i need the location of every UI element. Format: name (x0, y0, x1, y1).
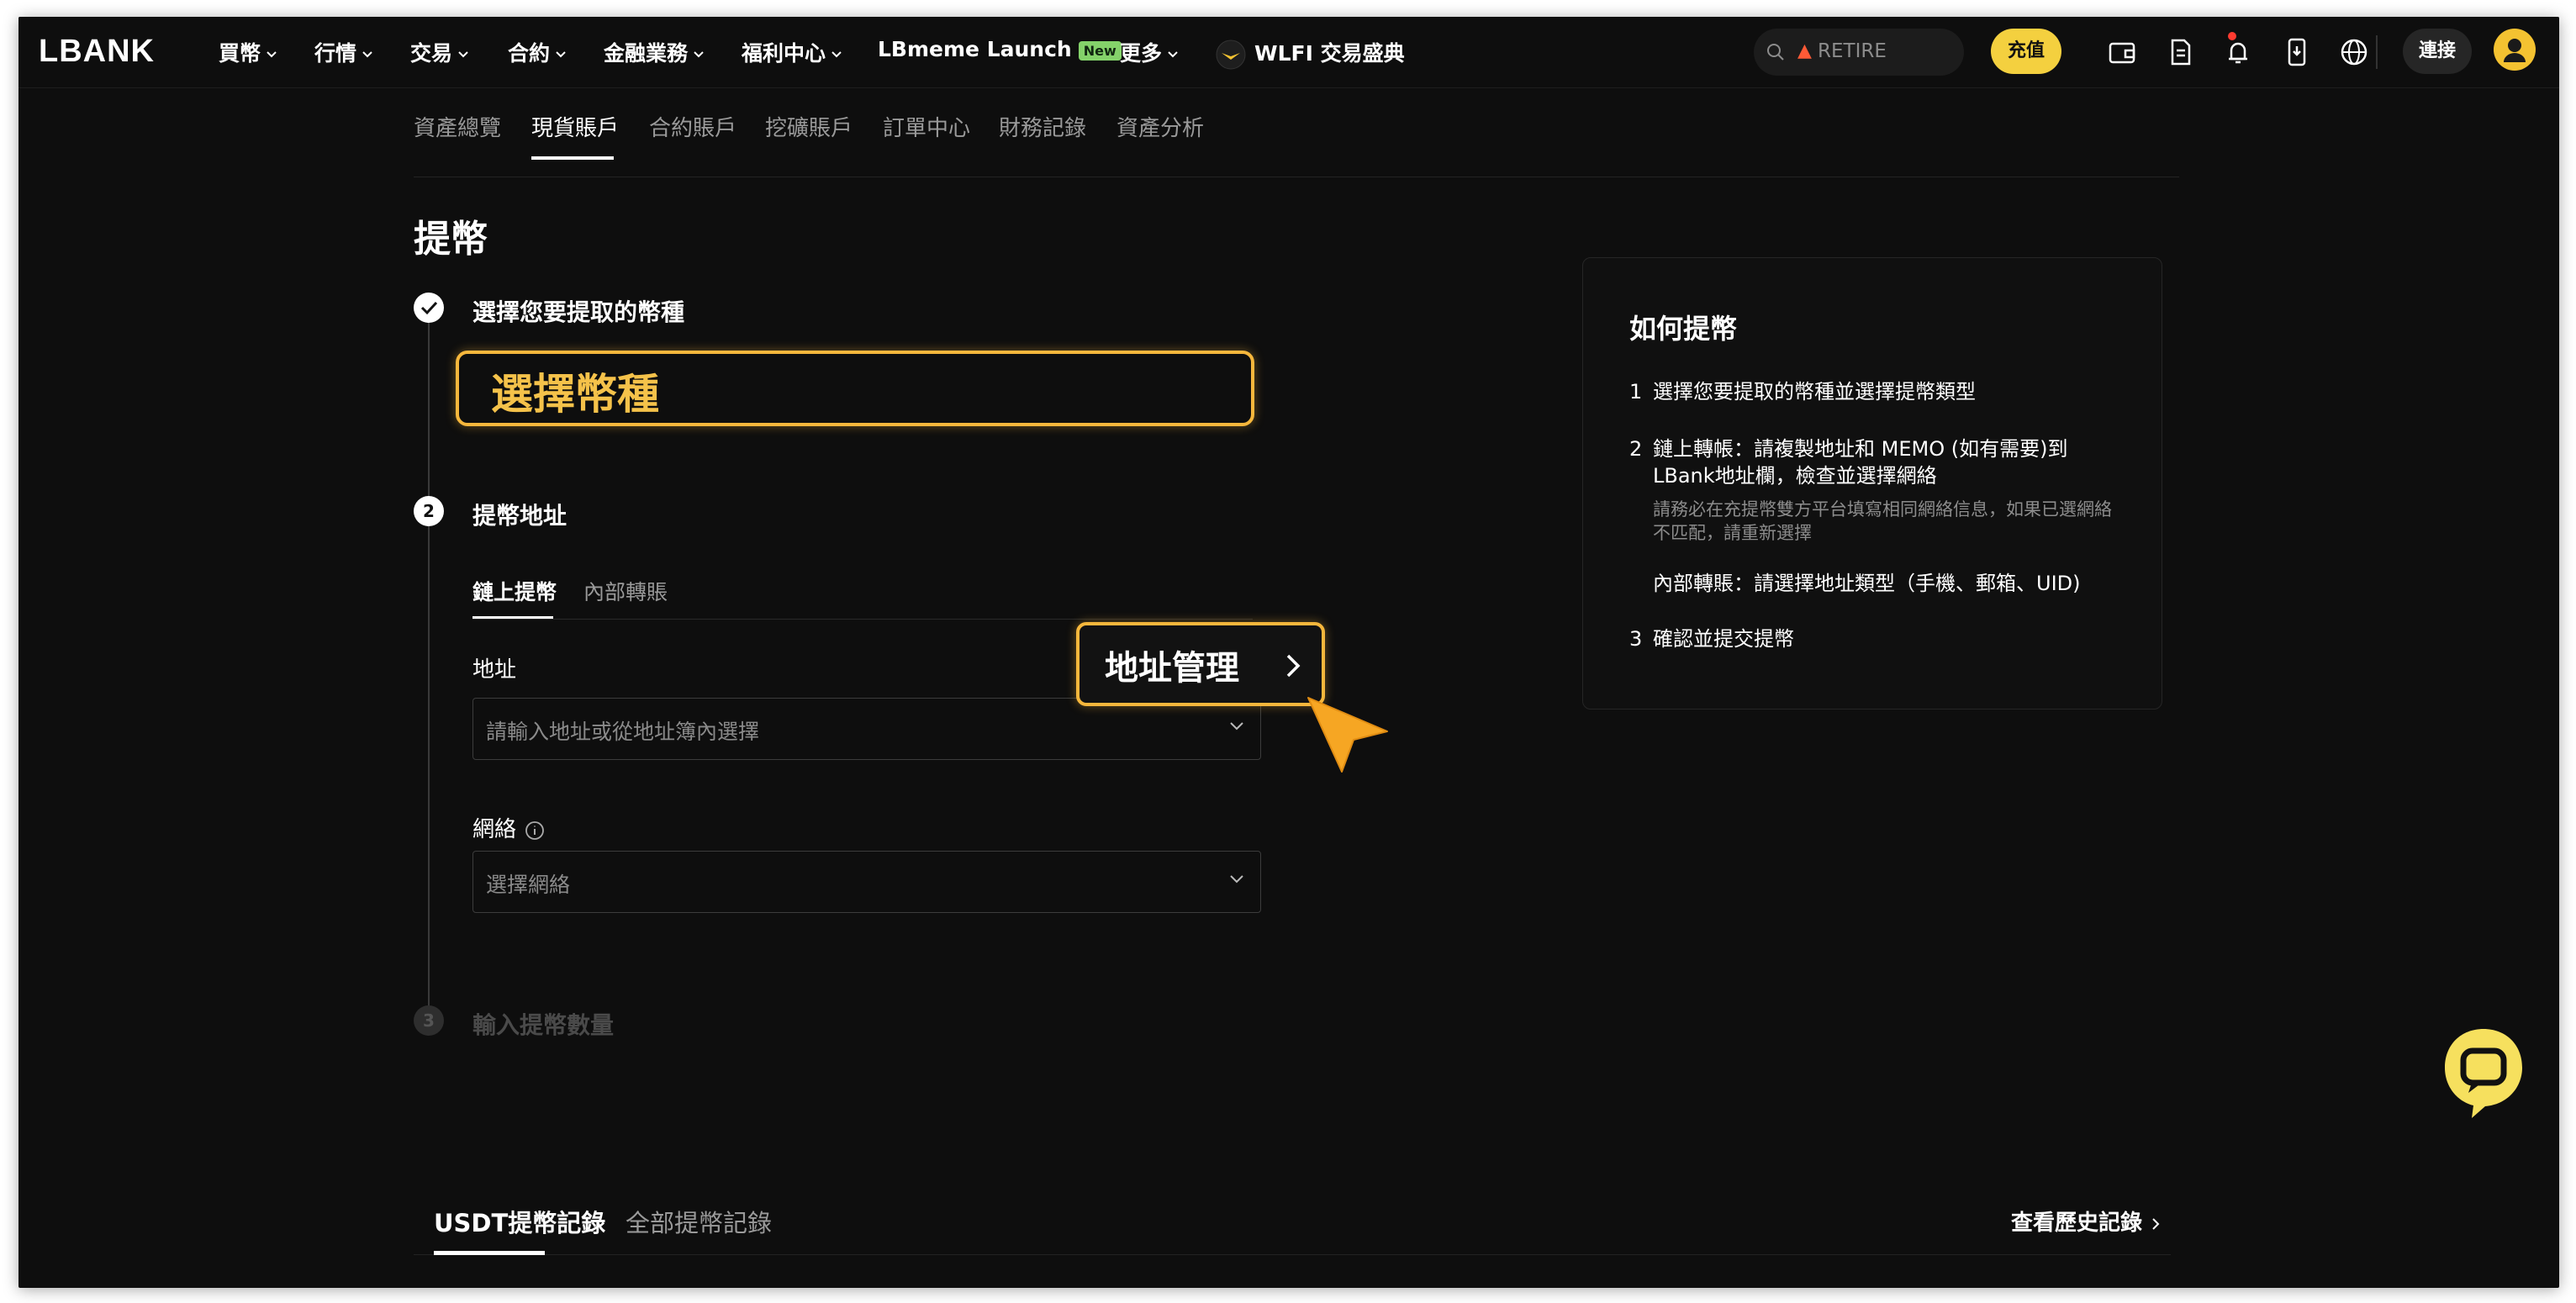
search-box[interactable]: ▲ RETIRE (1754, 29, 1964, 76)
active-tab-indicator (531, 156, 614, 160)
nav-buy-crypto[interactable]: 買幣 (219, 37, 277, 67)
fire-icon: ▲ (1797, 40, 1812, 61)
bell-icon[interactable] (2221, 35, 2255, 69)
nav-finance[interactable]: 金融業務 (604, 37, 705, 67)
step-1-done (414, 293, 444, 323)
search-hot-term: RETIRE (1818, 40, 1887, 62)
chevron-down-icon (556, 51, 566, 58)
tab-financial-records[interactable]: 財務記錄 (999, 111, 1086, 142)
tab-order-center[interactable]: 訂單中心 (883, 111, 970, 142)
guide-step-3: 確認並提交提幣 (1653, 627, 1794, 651)
address-manager-label: 地址管理 (1105, 649, 1239, 688)
guide-step-2-internal: 內部轉賬：請選擇地址類型（手機、郵箱、UID) (1653, 572, 2081, 595)
account-subtabs: 資產總覽 現貨賬戶 合約賬戶 挖礦賬戶 訂單中心 財務記錄 資產分析 (414, 111, 2179, 177)
chevron-down-icon (694, 51, 704, 58)
tab-spot-account[interactable]: 現貨賬戶 (531, 111, 619, 142)
active-tab-indicator (434, 1251, 545, 1255)
address-label: 地址 (472, 657, 517, 683)
guide-step-2: 鏈上轉帳：請複製地址和 MEMO (如有需要)到LBank地址欄，檢查並選擇網絡 (1653, 437, 2068, 488)
guide-step-number: 2 (1629, 437, 1643, 461)
address-placeholder: 請輸入地址或從地址簿內選擇 (486, 720, 760, 744)
address-input[interactable]: 請輸入地址或從地址簿內選擇 (472, 698, 1261, 760)
nav-more[interactable]: 更多 (1120, 37, 1179, 67)
step-2-label: 提幣地址 (472, 502, 567, 530)
chevron-down-icon (831, 51, 842, 58)
info-icon[interactable] (525, 820, 545, 841)
tab-internal-transfer[interactable]: 內部轉賬 (583, 576, 668, 606)
guide-title: 如何提幣 (1629, 313, 1738, 345)
nav-rewards[interactable]: 福利中心 (742, 37, 842, 67)
network-select[interactable]: 選擇網絡 (472, 851, 1261, 913)
guide-step-number: 1 (1629, 380, 1643, 404)
mobile-download-icon[interactable] (2280, 35, 2314, 69)
tab-onchain-withdraw[interactable]: 鏈上提幣 (472, 576, 557, 606)
pointer-cursor-icon (1307, 697, 1388, 773)
document-icon[interactable] (2164, 35, 2198, 69)
step-3-number: 3 (414, 1005, 444, 1036)
wlfi-eagle-icon (1216, 40, 1246, 70)
divider (414, 1254, 2171, 1255)
page-title: 提幣 (414, 218, 488, 261)
chevron-down-icon (1230, 722, 1243, 731)
tab-usdt-withdraw-history[interactable]: USDT提幣記錄 (434, 1204, 605, 1239)
wallet-icon[interactable] (2105, 35, 2139, 69)
nav-wlfi-promo[interactable]: WLFI 交易盛典 (1216, 37, 1405, 70)
chevron-right-icon (1286, 654, 1301, 678)
guide-step-2-note: 請務必在充提幣雙方平台填寫相同網絡信息，如果已選網絡不匹配，請重新選擇 (1653, 499, 2112, 543)
tab-asset-overview[interactable]: 資產總覽 (414, 111, 501, 142)
search-icon (1767, 44, 1784, 61)
globe-icon[interactable] (2337, 35, 2371, 69)
step-connector-line (428, 308, 430, 1021)
chevron-right-icon (2152, 1217, 2160, 1230)
view-history-link[interactable]: 查看歷史記錄 (2011, 1205, 2161, 1237)
nav-trade[interactable]: 交易 (410, 37, 469, 67)
step-1-label: 選擇您要提取的幣種 (472, 298, 685, 326)
app-window: LBANK 買幣 行情 交易 合約 金融業務 福利中心 LBmeme Launc… (18, 17, 2559, 1288)
chevron-down-icon (362, 51, 372, 58)
chevron-down-icon (267, 51, 277, 58)
deposit-button[interactable]: 充值 (1991, 29, 2061, 74)
top-nav: LBANK 買幣 行情 交易 合約 金融業務 福利中心 LBmeme Launc… (18, 17, 2559, 88)
step-2-number: 2 (414, 496, 444, 526)
tab-asset-analysis[interactable]: 資產分析 (1116, 111, 1204, 142)
chevron-down-icon (1168, 51, 1178, 58)
tab-futures-account[interactable]: 合約賬戶 (649, 111, 736, 142)
notification-dot (2228, 32, 2236, 40)
connect-button[interactable]: 連接 (2403, 29, 2472, 74)
network-label: 網絡 (472, 817, 517, 842)
network-placeholder: 選擇網絡 (486, 873, 571, 897)
lbank-logo[interactable]: LBANK (39, 34, 155, 70)
divider (472, 619, 1253, 620)
user-avatar-icon (2494, 29, 2535, 70)
avatar[interactable] (2494, 29, 2536, 71)
new-badge: New (1078, 40, 1122, 61)
chevron-down-icon (1230, 875, 1243, 884)
nav-divider (2376, 35, 2378, 69)
chevron-down-icon (458, 51, 468, 58)
nav-markets[interactable]: 行情 (314, 37, 373, 67)
tab-mining-account[interactable]: 挖礦賬戶 (765, 111, 853, 142)
guide-step-1: 選擇您要提取的幣種並選擇提幣類型 (1653, 380, 1976, 404)
checkmark-icon (420, 301, 438, 315)
network-label-row: 網絡 (472, 812, 545, 843)
nav-futures[interactable]: 合約 (508, 37, 567, 67)
coin-select[interactable]: 選擇幣種 (456, 351, 1254, 426)
step-3-label: 輸入提幣數量 (472, 1011, 615, 1039)
tab-all-withdraw-history[interactable]: 全部提幣記錄 (626, 1204, 772, 1239)
guide-step-number: 3 (1629, 627, 1643, 651)
nav-lbmeme-launch[interactable]: LBmeme Launch New (878, 37, 1122, 61)
chat-support-icon[interactable] (2443, 1026, 2524, 1120)
